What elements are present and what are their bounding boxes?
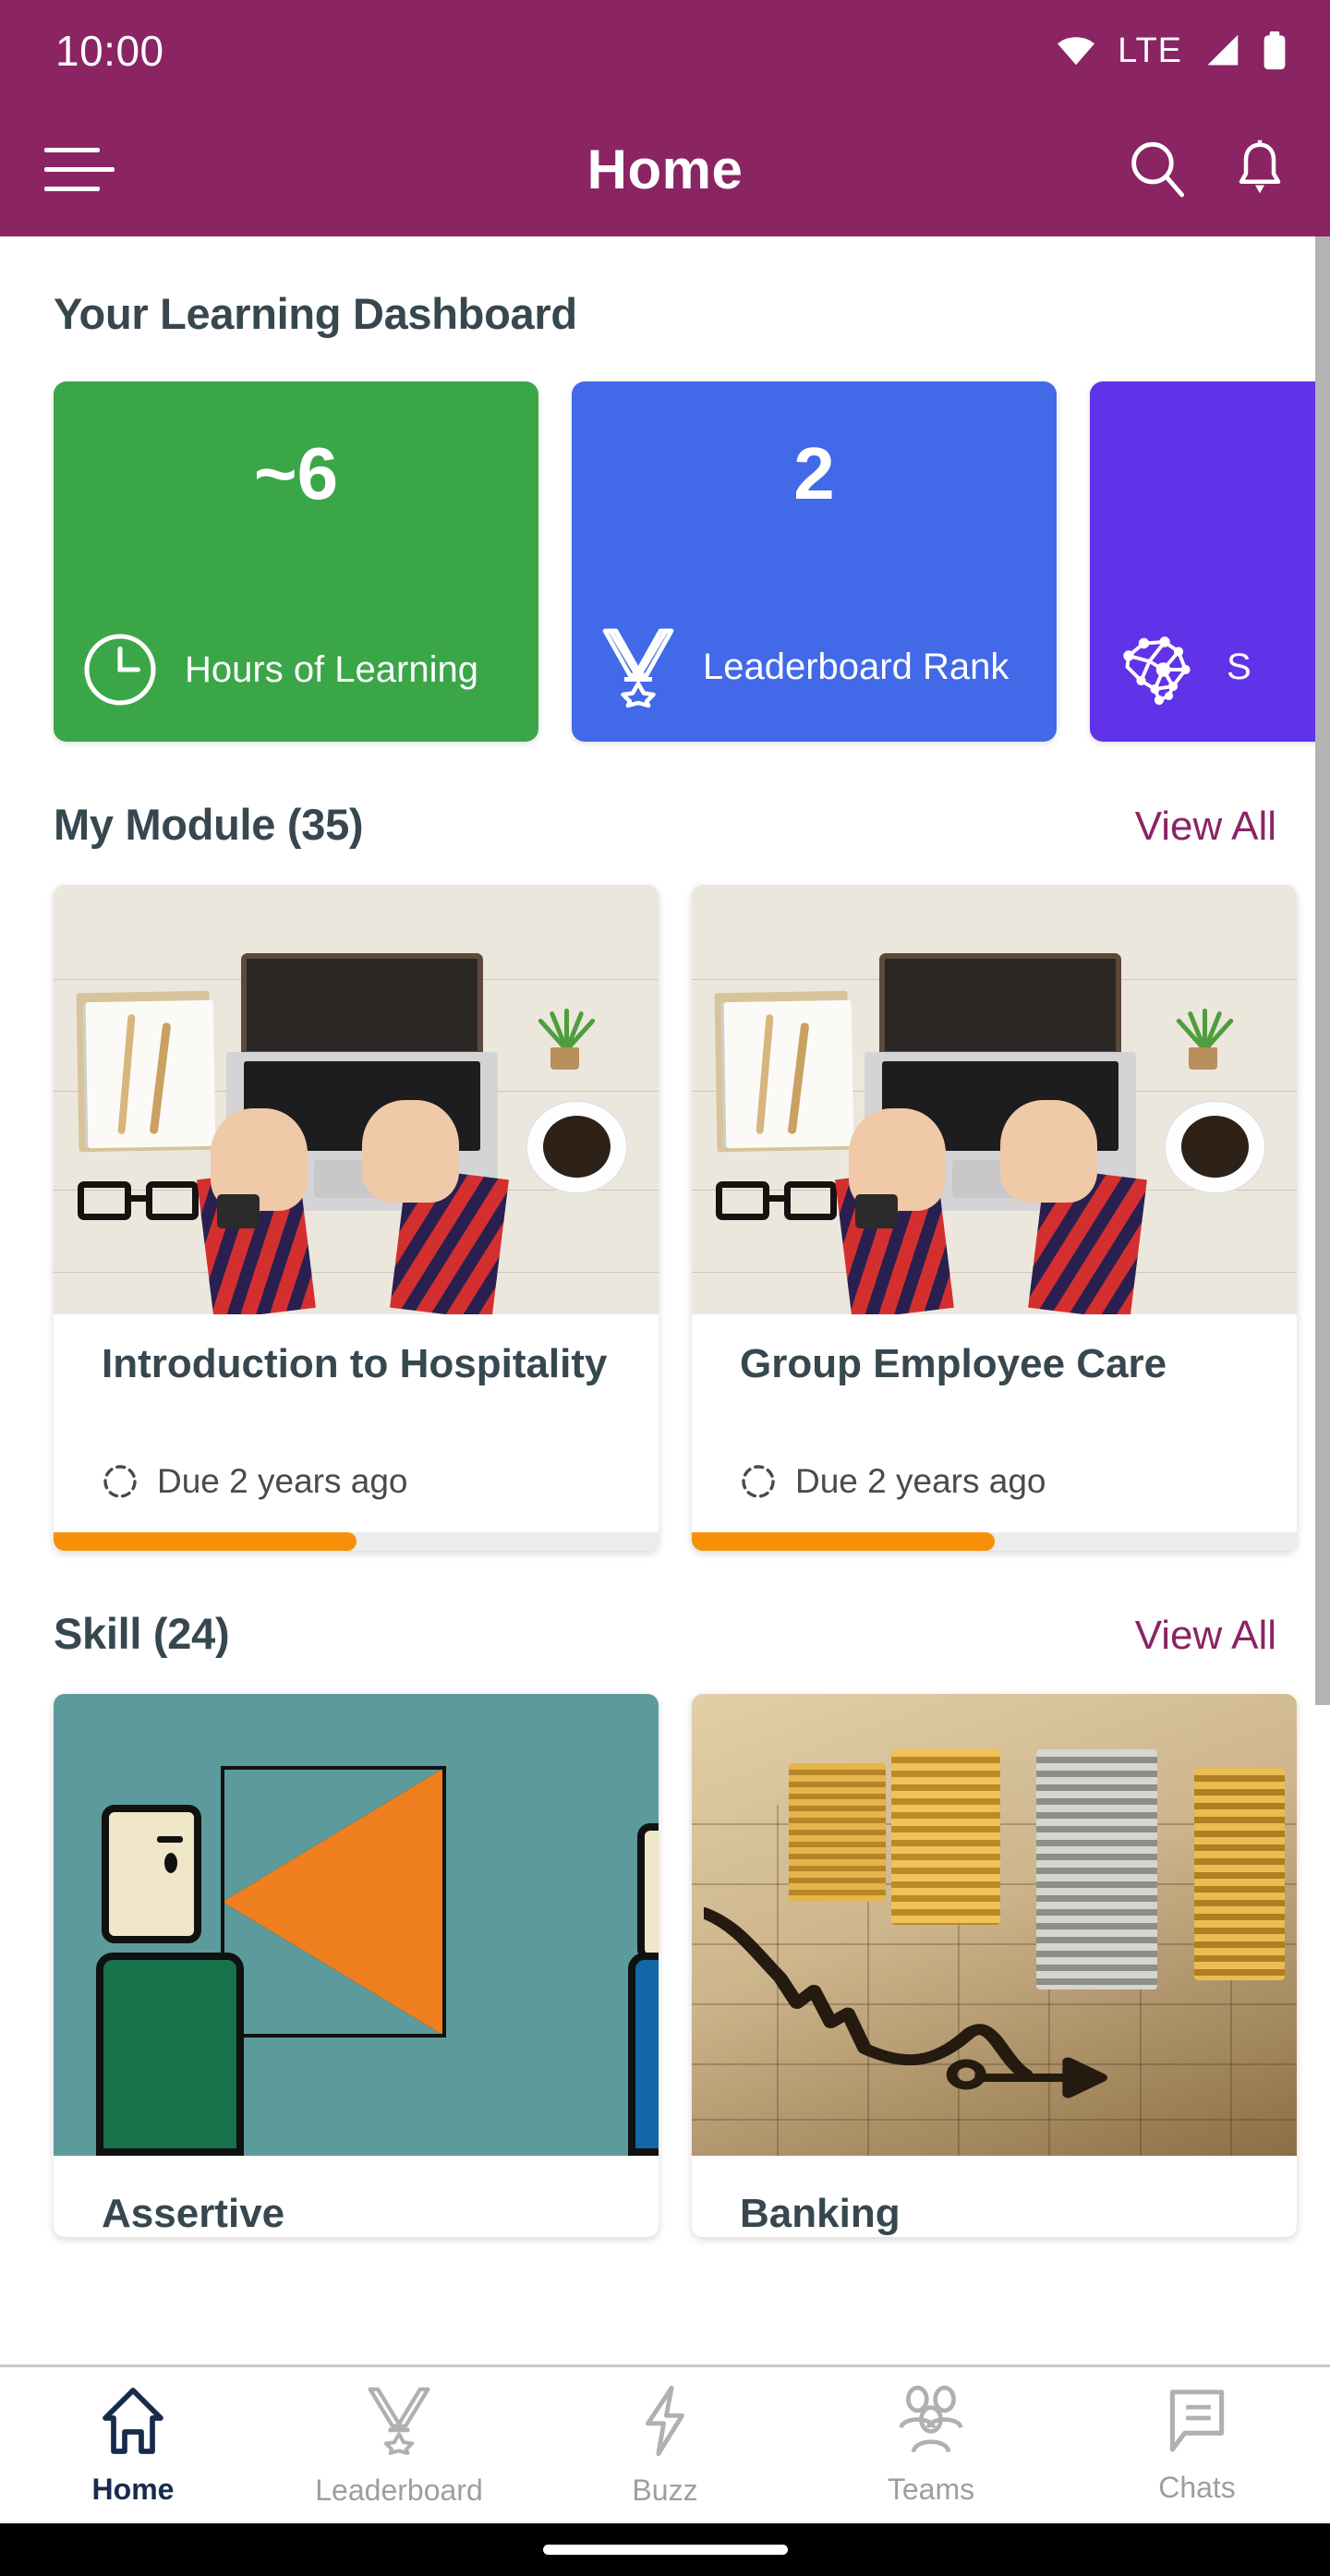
stat-card-leaderboard-rank[interactable]: 2 Leaderboard Rank bbox=[572, 381, 1057, 742]
home-gesture-pill[interactable] bbox=[542, 2545, 788, 2555]
status-bar: 10:00 LTE bbox=[0, 0, 1330, 102]
skill-carousel[interactable]: Assertive Banking bbox=[0, 1694, 1330, 2237]
stat-label: Hours of Learning bbox=[185, 648, 478, 690]
main-content: Your Learning Dashboard ~6 Hours of Lear… bbox=[0, 236, 1330, 2364]
view-all-skill-button[interactable]: View All bbox=[1135, 1613, 1276, 1659]
module-title: Introduction to Hospitality bbox=[102, 1341, 608, 1386]
search-icon[interactable] bbox=[1127, 139, 1188, 200]
stats-carousel[interactable]: ~6 Hours of Learning 2 Leaderboard Rank bbox=[0, 381, 1330, 742]
stat-footer: Hours of Learning bbox=[81, 631, 511, 708]
signal-icon bbox=[1207, 34, 1239, 66]
lightning-bolt-icon bbox=[646, 2385, 684, 2456]
skill-section-header: Skill (24) View All bbox=[0, 1608, 1330, 1659]
brain-network-icon bbox=[1123, 636, 1191, 706]
stat-footer: Leaderboard Rank bbox=[599, 625, 1029, 708]
module-card[interactable]: Introduction to Hospitality Due 2 years … bbox=[54, 885, 659, 1551]
module-card[interactable]: Group Employee Care Due 2 years ago bbox=[692, 885, 1297, 1551]
vertical-scrollbar[interactable] bbox=[1315, 236, 1330, 2364]
status-time: 10:00 bbox=[55, 27, 164, 75]
battery-icon bbox=[1264, 31, 1286, 70]
progress-circle-icon bbox=[742, 1465, 775, 1498]
nav-item-buzz[interactable]: Buzz bbox=[532, 2384, 798, 2508]
module-thumbnail bbox=[692, 885, 1297, 1314]
stat-footer: S bbox=[1118, 625, 1330, 708]
scrollbar-thumb[interactable] bbox=[1315, 236, 1330, 1705]
module-thumbnail bbox=[54, 885, 659, 1314]
skill-title: Assertive bbox=[102, 2191, 285, 2236]
bell-icon[interactable] bbox=[1232, 139, 1288, 200]
app-bar-actions bbox=[1127, 139, 1288, 200]
skill-title: Banking bbox=[740, 2191, 901, 2236]
dashboard-header: Your Learning Dashboard bbox=[0, 288, 1330, 339]
medal-icon bbox=[602, 628, 674, 708]
section-title-my-module: My Module (35) bbox=[54, 800, 364, 849]
skill-card[interactable]: Banking bbox=[692, 1694, 1297, 2237]
wifi-icon bbox=[1058, 37, 1095, 66]
nav-item-home[interactable]: Home bbox=[0, 2385, 266, 2507]
module-due-text: Due 2 years ago bbox=[157, 1462, 408, 1500]
nav-label: Home bbox=[91, 2472, 175, 2506]
module-progress-bar bbox=[692, 1532, 1297, 1551]
module-progress-fill bbox=[54, 1532, 357, 1551]
stat-value: ~6 bbox=[253, 432, 339, 514]
medal-icon bbox=[368, 2387, 430, 2455]
nav-item-leaderboard[interactable]: Leaderboard bbox=[266, 2384, 532, 2508]
my-module-section-header: My Module (35) View All bbox=[0, 799, 1330, 850]
status-icon-group: LTE bbox=[1055, 31, 1288, 71]
gesture-navigation-bar bbox=[0, 2523, 1330, 2576]
chat-bubble-icon bbox=[1169, 2389, 1225, 2452]
nav-label: Leaderboard bbox=[315, 2473, 483, 2507]
nav-label: Chats bbox=[1158, 2470, 1236, 2504]
network-type-label: LTE bbox=[1118, 30, 1182, 70]
stat-label: Leaderboard Rank bbox=[703, 646, 1010, 687]
module-due-text: Due 2 years ago bbox=[795, 1462, 1046, 1500]
hamburger-menu-icon[interactable] bbox=[44, 147, 115, 191]
stat-card-hours-of-learning[interactable]: ~6 Hours of Learning bbox=[54, 381, 538, 742]
home-icon bbox=[103, 2387, 163, 2454]
nav-label: Buzz bbox=[632, 2473, 698, 2507]
nav-item-teams[interactable]: Teams bbox=[798, 2385, 1064, 2507]
stat-label: S bbox=[1227, 646, 1251, 687]
dashboard-title: Your Learning Dashboard bbox=[54, 289, 577, 338]
view-all-my-module-button[interactable]: View All bbox=[1135, 804, 1276, 850]
people-icon bbox=[899, 2385, 963, 2452]
module-title: Group Employee Care bbox=[740, 1341, 1167, 1386]
nav-label: Teams bbox=[887, 2472, 975, 2506]
module-progress-bar bbox=[54, 1532, 659, 1551]
stat-value: 2 bbox=[793, 432, 835, 514]
skill-thumbnail bbox=[54, 1694, 659, 2156]
skill-thumbnail bbox=[692, 1694, 1297, 2156]
module-carousel[interactable]: Introduction to Hospitality Due 2 years … bbox=[0, 885, 1330, 1551]
clock-icon bbox=[84, 634, 156, 706]
nav-item-chats[interactable]: Chats bbox=[1064, 2387, 1330, 2505]
progress-circle-icon bbox=[103, 1465, 137, 1498]
bottom-navigation-bar: Home Leaderboard Buzz Teams Chats bbox=[0, 2364, 1330, 2523]
stat-card-skills[interactable]: S bbox=[1090, 381, 1330, 742]
app-bar: Home bbox=[0, 102, 1330, 236]
module-progress-fill bbox=[692, 1532, 995, 1551]
section-title-skill: Skill (24) bbox=[54, 1609, 230, 1658]
skill-card[interactable]: Assertive bbox=[54, 1694, 659, 2237]
